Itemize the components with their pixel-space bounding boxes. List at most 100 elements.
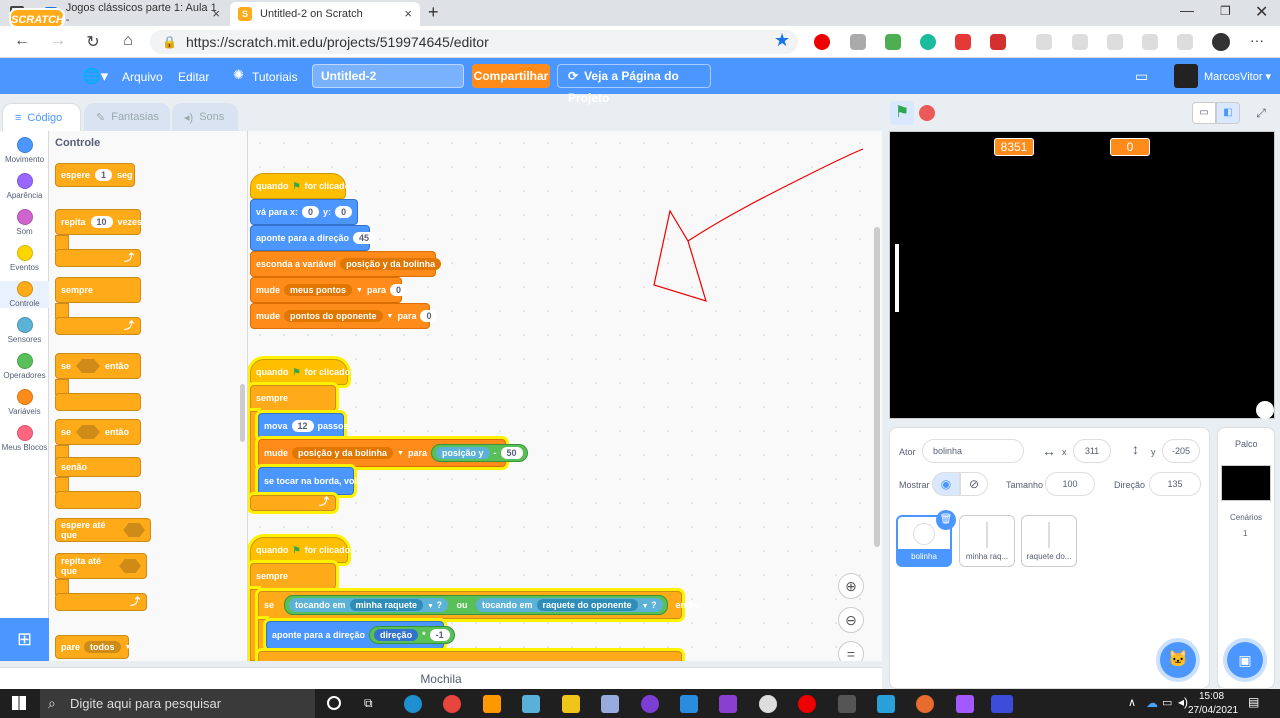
hide-variable-block[interactable]: esconda a variável posição y da bolinha ▼	[250, 251, 452, 277]
script-area[interactable]: quando ⚑ for clicado vá para x: 0 y: 0 aponte…	[248, 131, 882, 661]
photos-taskbar-icon[interactable]	[877, 695, 895, 713]
back-icon[interactable]: ←	[12, 32, 32, 50]
x-position-input[interactable]: 311	[1073, 439, 1111, 463]
close-tab-icon[interactable]: ×	[404, 6, 412, 21]
show-hidden-button[interactable]: ⊘	[960, 472, 988, 496]
bounce-on-edge-block[interactable]: se tocar na borda, volte	[258, 467, 365, 495]
paint-taskbar-icon[interactable]	[601, 695, 619, 713]
close-window-icon[interactable]: ✕	[1255, 2, 1268, 22]
vscode-taskbar-icon[interactable]	[680, 695, 698, 713]
forever-block[interactable]: sempre	[250, 563, 336, 589]
vertical-scrollbar[interactable]	[874, 227, 880, 547]
volume-icon[interactable]: ◂)	[1178, 695, 1188, 709]
windows-start-icon[interactable]	[12, 696, 26, 710]
touching-sensor[interactable]: tocando em minha raquete ▼ ?	[289, 598, 448, 612]
set-variable-block[interactable]: mude posição y da bolinha ▼ para posição y-…	[258, 439, 528, 467]
when-flag-clicked-hat[interactable]: quando ⚑ for clicado	[250, 359, 350, 385]
menu-edit[interactable]: Editar	[178, 70, 209, 84]
steam-taskbar-icon[interactable]	[759, 695, 777, 713]
or-operator[interactable]: tocando em minha raquete ▼ ? ou tocando em…	[284, 595, 668, 615]
small-stage-button[interactable]: ▭	[1192, 102, 1216, 124]
share-icon[interactable]	[1142, 34, 1158, 50]
calculator-taskbar-icon[interactable]	[838, 695, 856, 713]
menu-file[interactable]: Arquivo	[122, 70, 163, 84]
stop-block[interactable]: pare todos ▼	[55, 635, 131, 659]
sublime-taskbar-icon[interactable]	[483, 695, 501, 713]
task-view-icon[interactable]: ⧉	[364, 696, 373, 711]
extensions-icon[interactable]	[1107, 34, 1123, 50]
youtube-ext-icon[interactable]	[990, 34, 1006, 50]
repeat-until-block[interactable]: repita até que	[55, 553, 147, 579]
sprite-name-input[interactable]: bolinha	[922, 439, 1024, 463]
user-avatar[interactable]	[1174, 64, 1198, 88]
palette-scrollbar[interactable]	[240, 384, 245, 442]
network-icon[interactable]: ▭	[1162, 696, 1172, 709]
pen-ext-icon[interactable]	[850, 34, 866, 50]
visual-studio-taskbar-icon[interactable]	[719, 695, 737, 713]
direction-input[interactable]: 135	[1149, 472, 1201, 496]
touching-sensor[interactable]: tocando em raquete do oponente ▼ ?	[476, 598, 663, 612]
clock-date[interactable]: 27/04/2021	[1188, 705, 1238, 716]
set-variable-block[interactable]: mude meus pontos ▼ para 0	[250, 277, 407, 303]
add-sprite-button[interactable]: 🐱	[1160, 642, 1196, 678]
green-flag-button[interactable]: ⚑	[890, 101, 914, 125]
set-variable-block[interactable]: mude pontos do oponente ▼ para 0	[250, 303, 438, 329]
collections-icon[interactable]	[1072, 34, 1088, 50]
restore-icon[interactable]: ❐	[1220, 4, 1231, 18]
normal-stage-button[interactable]: ◧	[1216, 102, 1240, 124]
stage-canvas[interactable]: 8351 0	[889, 131, 1275, 419]
feedback-icon[interactable]	[1177, 34, 1193, 50]
move-steps-block[interactable]: mova 12 passos	[258, 413, 349, 439]
edge-taskbar-icon[interactable]	[404, 695, 422, 713]
repeat-block[interactable]: repita 10 vezes	[55, 209, 142, 235]
profile-avatar[interactable]	[1212, 33, 1230, 51]
new-tab-icon[interactable]: +	[428, 2, 439, 23]
favorite-star-icon[interactable]: ★	[774, 30, 790, 51]
subtract-operator[interactable]: posição y -50	[430, 444, 528, 462]
point-direction-block[interactable]: aponte para a direção 45	[250, 225, 376, 251]
zoom-out-button[interactable]: ⊖	[838, 607, 864, 633]
when-flag-clicked-hat[interactable]: quando ⚑ for clicado	[250, 537, 350, 563]
category-sensing[interactable]: Sensores	[0, 317, 49, 344]
point-direction-block[interactable]: aponte para a direção direção * -1	[266, 621, 455, 649]
share-button[interactable]: Compartilhar	[472, 64, 550, 88]
onedrive-icon[interactable]: ☁	[1146, 696, 1158, 710]
menu-tutorials[interactable]: Tutoriais	[252, 70, 298, 84]
opera-taskbar-icon[interactable]	[798, 695, 816, 713]
forever-block[interactable]: sempre	[250, 385, 336, 411]
category-looks[interactable]: Aparência	[0, 173, 49, 200]
project-title-input[interactable]: Untitled-2	[312, 64, 464, 88]
tab-costumes[interactable]: ✎ Fantasias	[84, 103, 170, 131]
figma-taskbar-icon[interactable]	[956, 695, 974, 713]
category-variables[interactable]: Variáveis	[0, 389, 49, 416]
clock-time[interactable]: 15:08	[1199, 691, 1224, 702]
category-sound[interactable]: Som	[0, 209, 49, 236]
multiply-operator[interactable]: direção * -1	[369, 626, 455, 644]
a-ext-icon[interactable]	[920, 34, 936, 50]
y-position-input[interactable]: -205	[1162, 439, 1200, 463]
if-block[interactable]: se então	[55, 353, 141, 379]
translate-ext-icon[interactable]	[885, 34, 901, 50]
sprite-thumb-opponent-paddle[interactable]: raquete do...	[1021, 515, 1077, 567]
user-menu[interactable]: MarcosVitor ▾	[1204, 70, 1271, 83]
chrome-taskbar-icon[interactable]	[443, 695, 461, 713]
tab-code[interactable]: ≡ Código	[2, 103, 81, 131]
wait-block[interactable]: espere 1 seg	[55, 163, 135, 187]
goto-xy-block[interactable]: vá para x: 0 y: 0	[250, 199, 358, 225]
cortana-icon[interactable]	[327, 696, 341, 710]
if-block[interactable]: se tocando em minha raquete ▼ ? ou tocando…	[258, 591, 700, 619]
sprite-thumb-my-paddle[interactable]: minha raq...	[959, 515, 1015, 567]
taskbar-search-input[interactable]: ⌕ Digite aqui para pesquisar	[40, 689, 315, 718]
explorer-taskbar-icon[interactable]	[562, 695, 580, 713]
see-project-page-button[interactable]: ⟳ Veja a Página do Projeto	[557, 64, 711, 105]
add-extension-button[interactable]: ⊞	[0, 618, 49, 661]
category-events[interactable]: Eventos	[0, 245, 49, 272]
add-backdrop-button[interactable]: ▣	[1227, 642, 1263, 678]
home-icon[interactable]: ⌂	[118, 32, 138, 50]
opera-ext-icon[interactable]	[814, 34, 830, 50]
language-globe-icon[interactable]: 🌐▾	[82, 67, 108, 85]
browser-tab-2[interactable]: S Untitled-2 on Scratch ×	[230, 2, 420, 26]
forever-block[interactable]: sempre	[55, 277, 141, 303]
category-my-blocks[interactable]: Meus Blocos	[0, 425, 49, 452]
zoom-in-button[interactable]: ⊕	[838, 573, 864, 599]
